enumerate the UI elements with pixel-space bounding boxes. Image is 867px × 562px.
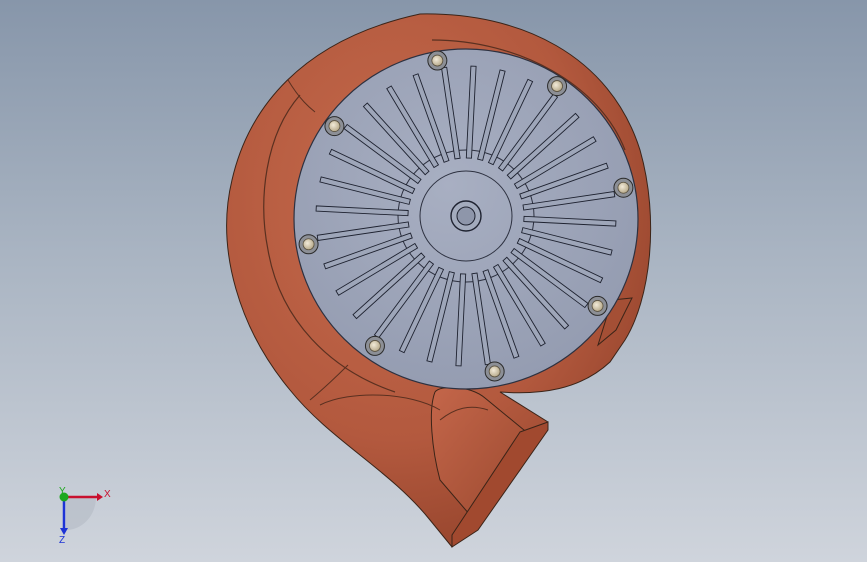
cover-bolt[interactable] [547,76,568,97]
y-axis-label: Y [59,486,66,497]
triad-plane-shade [66,497,96,530]
x-axis-arrow [97,493,103,501]
shaft-hole-inner [456,206,476,226]
x-axis-label: X [104,489,111,500]
cover-bolt[interactable] [364,335,385,356]
orientation-triad[interactable]: X Y Z [59,486,111,546]
z-axis-label: Z [59,535,65,546]
3d-viewport[interactable]: X Y Z [0,0,867,562]
cover-bolt[interactable] [324,116,345,137]
cover-bolt[interactable] [587,295,608,316]
cover-bolt[interactable] [427,50,448,71]
cover-bolt[interactable] [484,361,505,382]
cover-plate[interactable] [293,48,639,390]
z-axis-arrow [60,528,68,535]
cover-bolt[interactable] [298,234,319,255]
model-scene[interactable]: X Y Z [0,0,867,562]
cover-bolt[interactable] [613,177,634,198]
